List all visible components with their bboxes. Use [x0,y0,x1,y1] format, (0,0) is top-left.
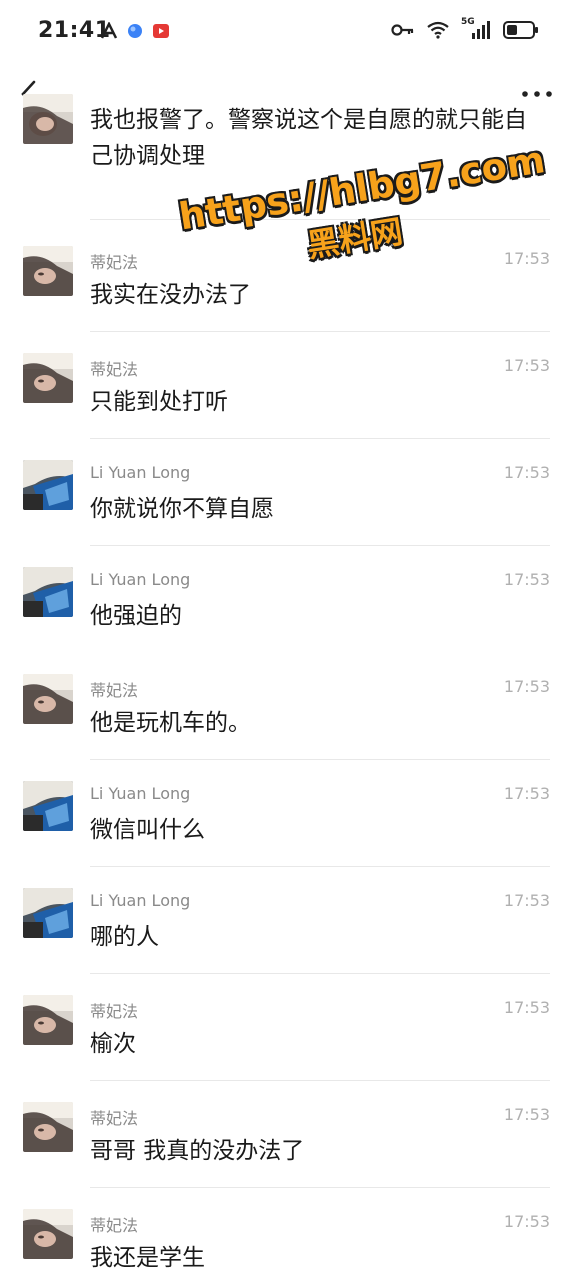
message-text: 他是玩机车的。 [90,710,251,736]
message-text: 榆次 [90,1031,136,1057]
message-text: 微信叫什么 [90,817,205,843]
sender-name: 蒂妃法 [90,253,139,272]
message-time: 17:53 [503,784,550,803]
sender-name: Li Yuan Long [90,784,191,803]
avatar[interactable] [23,995,73,1045]
message-time: 17:53 [503,1212,550,1231]
battery-icon [503,21,538,39]
key-icon [391,24,414,36]
message-row[interactable]: 蒂妃法 17:53 哥哥 我真的没办法了 [0,1081,573,1188]
status-left-icons [100,22,170,40]
avatar[interactable] [23,94,73,144]
message-row[interactable]: Li Yuan Long 17:53 微信叫什么 [0,760,573,867]
avatar[interactable] [23,246,73,296]
sender-name: Li Yuan Long [90,570,191,589]
message-time: 17:53 [503,356,550,375]
sender-name: Li Yuan Long [90,463,191,482]
status-bar: 21:41 5G [0,0,573,64]
sender-name: 蒂妃法 [90,1216,139,1235]
message-text: 哥哥 我真的没办法了 [90,1138,305,1164]
message-row[interactable]: Li Yuan Long 17:53 哪的人 [0,867,573,974]
message-row[interactable]: 蒂妃法 17:53 他是玩机车的。 [0,653,573,760]
avatar[interactable] [23,674,73,724]
message-row[interactable]: 蒂妃法 17:53 只能到处打听 [0,332,573,439]
message-row[interactable]: 蒂妃法 17:53 我还是学生 [0,1188,573,1280]
avatar[interactable] [23,567,73,617]
avatar[interactable] [23,353,73,403]
avatar[interactable] [23,460,73,510]
message-time: 17:53 [503,998,550,1017]
message-time: 17:53 [503,677,550,696]
message-time: 17:53 [503,891,550,910]
message-time: 17:53 [503,1105,550,1124]
video-app-icon [153,24,169,38]
message-time: 17:53 [503,463,550,482]
app-a-icon [100,22,118,39]
message-text: 你就说你不算自愿 [90,496,274,522]
avatar[interactable] [23,888,73,938]
message-text: 哪的人 [90,924,159,950]
message-row[interactable]: Li Yuan Long 17:53 他强迫的 [0,546,573,653]
message-row[interactable]: 蒂妃法 17:53 榆次 [0,974,573,1081]
avatar[interactable] [23,1102,73,1152]
sender-name: 蒂妃法 [90,681,139,700]
cell-signal-icon: 5G [461,17,491,40]
sender-name: Li Yuan Long [90,891,191,910]
message-row[interactable]: Li Yuan Long 17:53 你就说你不算自愿 [0,439,573,546]
avatar[interactable] [23,781,73,831]
wifi-icon [427,21,449,39]
message-text: 他强迫的 [90,603,182,629]
message-text: 我还是学生 [90,1245,205,1271]
message-text: 只能到处打听 [90,389,228,415]
status-right-icons: 5G [391,17,539,40]
sender-name: 蒂妃法 [90,360,139,379]
sender-name: 蒂妃法 [90,1002,139,1021]
message-time: 17:53 [503,570,550,589]
browser-icon [128,24,142,38]
sender-name: 蒂妃法 [90,1109,139,1128]
avatar[interactable] [23,1209,73,1259]
